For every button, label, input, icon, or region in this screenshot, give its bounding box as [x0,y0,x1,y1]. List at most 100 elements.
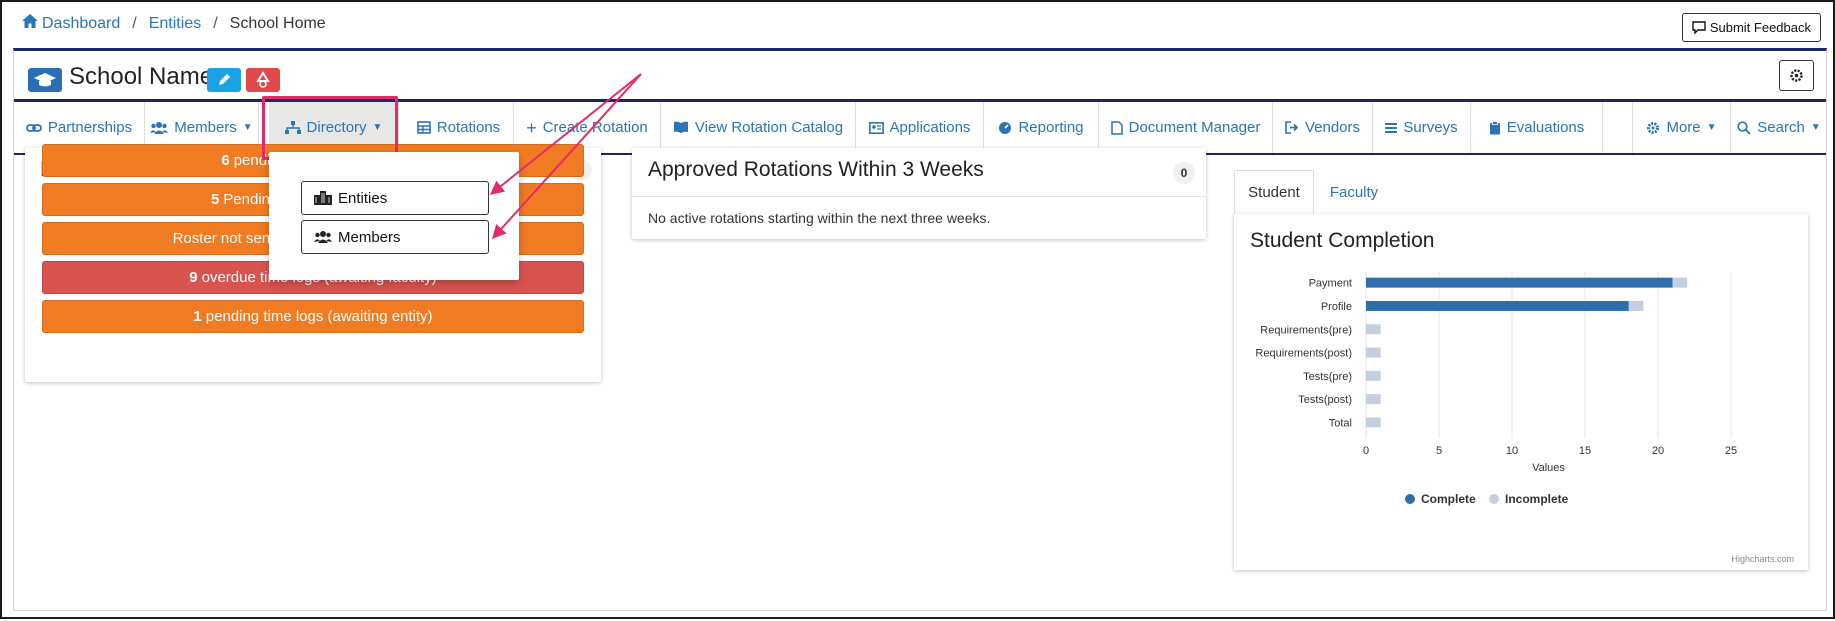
chart-category-label: Requirements(post) [1255,348,1352,360]
chart-x-axis-label: Values [1532,462,1565,474]
caret-down-icon: ▼ [1706,122,1717,133]
directory-dropdown-menu: Entities Members [269,152,519,280]
breadcrumb-dashboard[interactable]: Dashboard [42,15,120,33]
nav-more-label: More [1666,119,1701,136]
edit-button[interactable] [207,68,241,92]
chart-legend-marker [1489,494,1499,504]
notification-count: 9 [189,269,198,286]
title-bar: School Name [14,51,1826,102]
breadcrumb-current: School Home [229,14,326,32]
chart-tick-label: 15 [1579,445,1591,457]
nav-search[interactable]: Search ▼ [1731,102,1827,153]
chart-bar-incomplete [1628,300,1644,311]
nav-view-rotation-catalog[interactable]: View Rotation Catalog [661,102,856,153]
chart-title: Student Completion [1250,229,1434,252]
recycle-icon [256,71,270,88]
nav-evaluations[interactable]: Evaluations [1471,102,1603,153]
nav-members-label: Members [174,119,237,136]
notification-count: 5 [210,191,220,208]
notification-count: 6 [221,152,230,169]
approved-rotations-card: Approved Rotations Within 3 Weeks 0 No a… [632,148,1206,239]
nav-reporting-label: Reporting [1018,119,1084,136]
chart-tick-label: 5 [1436,445,1442,457]
comment-icon [1692,21,1706,34]
directory-highlight [262,96,398,160]
search-icon [1737,120,1751,135]
notification-text: pending time logs (awaiting entity) [205,308,433,325]
chart-category-label: Tests(post) [1298,394,1352,406]
nav-surveys-label: Surveys [1403,119,1458,136]
chart-bar-incomplete [1366,417,1381,428]
sign-out-icon [1285,121,1299,134]
nav-spacer [1603,102,1633,153]
dropdown-item-entities-label: Entities [338,189,388,207]
breadcrumb: Dashboard / Entities / School Home [22,14,326,33]
submit-feedback-label: Submit Feedback [1709,20,1811,35]
graduation-cap-icon [28,68,62,92]
chart-tick-label: 20 [1652,445,1664,457]
nav-vendors[interactable]: Vendors [1273,102,1373,153]
nav-view-rotation-catalog-label: View Rotation Catalog [694,119,844,136]
nav-vendors-label: Vendors [1304,119,1361,136]
settings-button[interactable] [1779,60,1814,91]
gear-icon [1790,69,1803,82]
dropdown-item-entities[interactable]: Entities [301,181,489,215]
approved-rotations-empty-text: No active rotations starting within the … [648,210,991,226]
list-icon [1385,122,1398,133]
chart-tick-label: 0 [1363,445,1369,457]
chart-legend-label: Incomplete [1505,492,1569,506]
nav-rotations-label: Rotations [436,119,501,136]
chart-category-label: Payment [1309,278,1352,290]
notification-item[interactable]: 1 pending time logs (awaiting entity) [42,300,584,333]
breadcrumb-entities[interactable]: Entities [149,15,201,33]
student-completion-chart: Student Completion 0 5 10 15 20 25 Values Paymen… [1250,229,1794,564]
chart-category-label: Profile [1321,301,1352,313]
tab-student[interactable]: Student [1234,170,1314,214]
chart-bar-incomplete [1366,370,1381,381]
table-icon [417,121,431,134]
nav-document-manager[interactable]: Document Manager [1099,102,1273,153]
nav-document-manager-label: Document Manager [1128,119,1261,136]
breadcrumb-separator: / [213,14,218,32]
chart-bar-complete [1366,277,1673,288]
users-icon [150,121,169,134]
dropdown-item-members-label: Members [338,228,401,246]
id-card-icon [868,121,884,134]
building-icon [314,191,332,205]
chart-bar-complete [1366,300,1629,311]
chart-legend-marker [1405,494,1415,504]
chart-bar-incomplete [1366,347,1381,358]
chart-legend-label: Complete [1421,492,1476,506]
tab-faculty[interactable]: Faculty [1314,170,1394,214]
student-completion-chart-card: Student Completion 0 5 10 15 20 25 Values Paymen… [1234,214,1808,570]
notification-count: 1 [193,308,202,325]
chart-category-label: Requirements(pre) [1260,324,1352,336]
pencil-icon [219,74,230,85]
book-open-icon [673,121,688,133]
chart-bar-incomplete [1366,324,1381,335]
gauge-icon [999,121,1012,134]
nav-evaluations-label: Evaluations [1506,119,1585,136]
chart-credits: Highcharts.com [1731,554,1794,564]
chart-bar-incomplete [1672,277,1688,288]
dropdown-item-members[interactable]: Members [301,220,489,254]
chart-tick-label: 10 [1506,445,1518,457]
clipboard-icon [1489,120,1500,134]
chart-bar-incomplete [1366,394,1381,405]
nav-more[interactable]: More ▼ [1633,102,1731,153]
nav-surveys[interactable]: Surveys [1373,102,1471,153]
nav-applications[interactable]: Applications [856,102,984,153]
nav-partnerships-label: Partnerships [47,119,133,136]
nav-reporting[interactable]: Reporting [984,102,1099,153]
link-icon [25,123,42,132]
nav-applications-label: Applications [889,119,971,136]
breadcrumb-separator: / [132,14,137,32]
approved-rotations-title: Approved Rotations Within 3 Weeks [648,158,984,181]
chart-tick-label: 25 [1725,445,1737,457]
submit-feedback-button[interactable]: Submit Feedback [1681,13,1821,42]
approved-rotations-count-badge: 0 [1173,162,1195,184]
completion-tabs: Student Faculty [1234,170,1808,214]
home-icon [22,14,38,33]
recycle-button[interactable] [246,68,280,92]
caret-down-icon: ▼ [1810,122,1821,133]
